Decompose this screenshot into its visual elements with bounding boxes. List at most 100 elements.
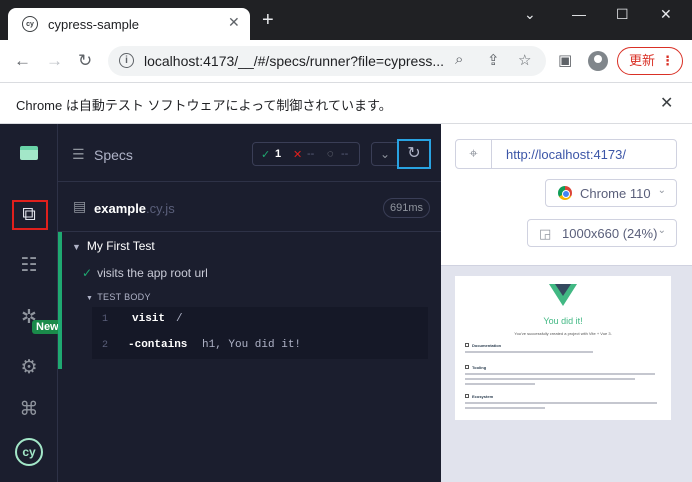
side-panel-icon[interactable]: ▣: [558, 51, 572, 69]
aut-text-line: [465, 351, 593, 353]
book-icon: [465, 343, 469, 347]
browser-label: Chrome 110: [580, 186, 651, 201]
rerun-button[interactable]: ↻: [397, 139, 431, 169]
test-row[interactable]: ✓ visits the app root url: [82, 266, 208, 280]
aut-text-line: [465, 378, 635, 380]
tab-title: cypress-sample: [48, 17, 140, 32]
aut-heading: You did it!: [543, 316, 583, 326]
vue-logo-inner: [555, 284, 571, 296]
address-url[interactable]: localhost:4173/__/#/specs/runner?file=cy…: [144, 53, 444, 69]
aut-text-line: [465, 383, 535, 385]
passed-check-icon: ✓: [261, 149, 271, 161]
command-name: visit: [132, 313, 166, 325]
spec-file-name[interactable]: example.cy.js: [94, 201, 175, 216]
profile-avatar[interactable]: [588, 51, 608, 71]
aut-section-documentation: Documentation: [465, 343, 501, 348]
browser-window: cy cypress-sample ✕ + ⌄ — ☐ ✕ ← → ↻ i lo…: [0, 0, 692, 482]
failed-count: --: [307, 148, 315, 160]
chevron-down-icon: ⌄: [657, 225, 666, 236]
share-icon[interactable]: ⇪: [487, 51, 500, 69]
preview-panel: ⌖ http://localhost:4173/ Chrome 110 ⌄ ◲ …: [441, 124, 692, 482]
specs-list-icon[interactable]: ☰: [72, 146, 85, 163]
test-stats: ✓ 1 ✕ -- ◌ --: [252, 142, 360, 166]
runs-nav-icon[interactable]: ☷: [0, 248, 58, 282]
viewport-label: 1000x660 (24%): [562, 226, 658, 241]
back-icon[interactable]: ←: [14, 52, 31, 69]
aut-section-tooling: Tooling: [465, 365, 486, 370]
aut-section-ecosystem: Ecosystem: [465, 394, 493, 399]
menu-dots-icon: ⋮: [661, 53, 674, 68]
spec-file-row: ▤ example.cy.js 691ms: [58, 182, 441, 232]
command-arg: /: [176, 313, 183, 325]
failed-x-icon: ✕: [293, 149, 303, 161]
chevron-down-icon[interactable]: ⌄: [371, 142, 399, 166]
specs-nav-icon[interactable]: ⧉: [0, 198, 58, 232]
passed-count: 1: [275, 148, 282, 160]
selector-playground-icon[interactable]: ⌖: [456, 140, 492, 168]
command-number: 1: [102, 314, 109, 325]
command-arg: h1, You did it!: [202, 339, 302, 351]
suite-title: My First Test: [86, 239, 155, 253]
maximize-icon[interactable]: ☐: [616, 6, 629, 23]
test-body-text: TEST BODY: [97, 292, 151, 302]
side-nav: ⧉ ☷ ✲ New ⚙ ⌘ cy: [0, 124, 63, 482]
settings-gear-icon[interactable]: ⚙: [0, 350, 58, 384]
browser-toolbar: ← → ↻ i localhost:4173/__/#/specs/runner…: [0, 40, 692, 82]
minimize-icon[interactable]: —: [572, 6, 586, 22]
aut-section-title: Tooling: [472, 365, 487, 370]
document-icon: ▤: [73, 198, 87, 214]
aut-url[interactable]: http://localhost:4173/: [506, 147, 626, 162]
automation-infobar: Chrome は自動テスト ソフトウェアによって制御されています。 ✕: [0, 82, 692, 124]
aut-url-bar[interactable]: ⌖ http://localhost:4173/: [455, 139, 677, 169]
forward-icon[interactable]: →: [46, 52, 63, 69]
chevron-down-icon: ⌄: [657, 185, 666, 196]
test-title: visits the app root url: [97, 266, 208, 280]
command-row[interactable]: 1 visit /: [92, 307, 428, 333]
address-bar[interactable]: i localhost:4173/__/#/specs/runner?file=…: [108, 46, 546, 76]
chevron-down-icon: ▼: [86, 295, 94, 302]
browser-selector[interactable]: Chrome 110 ⌄: [545, 179, 677, 207]
spec-file-basename: example: [94, 201, 147, 216]
pass-check-icon: ✓: [82, 266, 93, 280]
reporter-header: ☰ Specs ✓ 1 ✕ -- ◌ -- ⌄ ↻: [58, 124, 441, 182]
chrome-icon: [558, 186, 572, 200]
test-body-label[interactable]: ▼ TEST BODY: [86, 292, 151, 302]
cypress-logo: cy: [15, 438, 43, 466]
app-under-test-frame[interactable]: You did it! You've successfully created …: [455, 276, 671, 420]
tab-close-icon[interactable]: ✕: [228, 14, 240, 31]
spec-file-ext: .cy.js: [146, 201, 175, 216]
site-info-icon[interactable]: i: [119, 53, 134, 68]
update-button[interactable]: 更新 ⋮: [617, 47, 683, 75]
preview-header: ⌖ http://localhost:4173/ Chrome 110 ⌄ ◲ …: [441, 124, 692, 266]
command-name: -contains: [128, 339, 188, 351]
update-label: 更新: [629, 53, 656, 68]
aut-section-title: Ecosystem: [472, 394, 494, 399]
pending-count: --: [341, 148, 349, 160]
infobar-close-icon[interactable]: ✕: [660, 93, 673, 113]
cypress-favicon-icon: cy: [22, 16, 38, 32]
command-row[interactable]: 2 -contains h1, You did it!: [92, 333, 428, 359]
reload-icon[interactable]: ↻: [78, 52, 92, 69]
viewport-selector[interactable]: ◲ 1000x660 (24%) ⌄: [527, 219, 677, 247]
aut-subtitle: You've successfully created a project wi…: [514, 331, 612, 336]
pending-icon: ◌: [327, 148, 334, 160]
suite-title-row[interactable]: ▼ My First Test: [72, 239, 155, 253]
keyboard-shortcuts-icon[interactable]: ⌘: [0, 392, 58, 426]
project-icon[interactable]: [0, 136, 58, 170]
specs-label[interactable]: Specs: [94, 147, 133, 163]
chevron-down-icon: ▼: [72, 242, 81, 252]
command-number: 2: [102, 340, 109, 351]
aut-text-line: [465, 402, 657, 404]
aut-text-line: [465, 407, 545, 409]
new-tab-icon[interactable]: +: [262, 10, 274, 30]
suite-block: ▼ My First Test ✓ visits the app root url …: [58, 232, 441, 369]
aut-section-title: Documentation: [472, 343, 502, 348]
ecosystem-icon: [465, 394, 469, 398]
viewport-icon: ◲: [539, 226, 552, 241]
close-window-icon[interactable]: ✕: [660, 6, 672, 23]
bookmark-star-icon[interactable]: ☆: [518, 51, 531, 69]
browser-tab[interactable]: cy cypress-sample ✕: [8, 8, 250, 40]
tab-search-icon[interactable]: ⌄: [524, 6, 536, 23]
tools-icon: [465, 365, 469, 369]
zoom-icon[interactable]: ⌕: [455, 51, 463, 68]
